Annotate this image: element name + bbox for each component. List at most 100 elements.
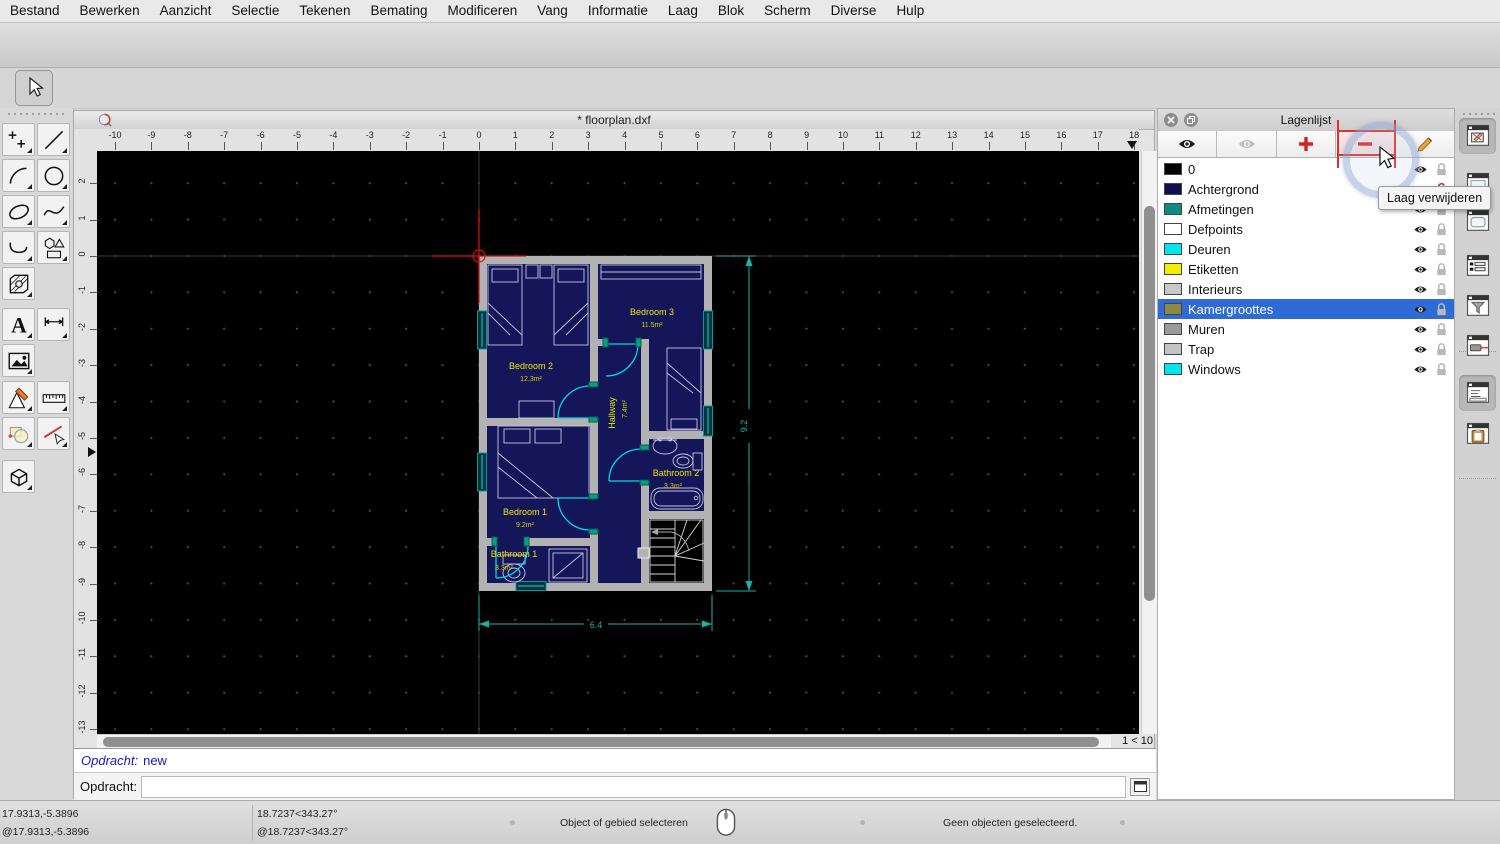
palette-tool-button[interactable]: [37, 417, 70, 450]
vertical-scrollbar[interactable]: [1141, 151, 1157, 734]
layer-visibility-eye-icon[interactable]: [1412, 341, 1429, 357]
layer-lock-icon[interactable]: [1433, 301, 1450, 317]
palette-tool-button[interactable]: A: [2, 308, 35, 341]
layer-row[interactable]: Muren: [1158, 319, 1454, 339]
layer-toolbar-button[interactable]: [1217, 131, 1277, 157]
ruler-number: 0: [476, 130, 482, 140]
menu-item[interactable]: Bemating: [360, 0, 437, 22]
menu-item[interactable]: Informatie: [578, 0, 658, 22]
ruler-cursor-marker: [1126, 141, 1137, 149]
absolute-coordinates: 17.9313,-5.3896 @17.9313,-5.3896: [2, 801, 89, 844]
menu-item[interactable]: Tekenen: [289, 0, 360, 22]
close-panel-button[interactable]: [1164, 113, 1178, 127]
layer-lock-icon[interactable]: [1433, 341, 1450, 357]
layer-visibility-eye-icon[interactable]: [1412, 281, 1429, 297]
undock-panel-button[interactable]: [1184, 113, 1198, 127]
command-input[interactable]: [141, 775, 1126, 798]
dock-toggle-button[interactable]: [1459, 118, 1496, 154]
mouse-hint-icon: [716, 808, 736, 838]
layer-lock-icon[interactable]: [1433, 361, 1450, 377]
ruler-tick: [90, 292, 97, 294]
layer-row[interactable]: Trap: [1158, 339, 1454, 359]
palette-tool-button[interactable]: [2, 460, 35, 493]
palette-tool-button[interactable]: [2, 417, 35, 450]
plan-label: Bathroom 2: [653, 468, 700, 478]
document-title-bar[interactable]: * floorplan.dxf: [74, 111, 1154, 130]
layer-lock-icon[interactable]: [1433, 161, 1450, 177]
document-window: * floorplan.dxf -10 -9 -8 -7 -6 -5 -4 -3 -2 -1 0 1 2…: [73, 110, 1157, 800]
dock-toggle-button[interactable]: [1459, 248, 1496, 284]
menu-item[interactable]: Bestand: [0, 0, 70, 22]
dock-toggle-button[interactable]: [1459, 375, 1496, 411]
plan-label: 9.2: [739, 420, 749, 433]
menu-item[interactable]: Diverse: [821, 0, 887, 22]
layer-toolbar-button[interactable]: [1276, 131, 1337, 157]
palette-tool-button[interactable]: [37, 159, 70, 192]
menu-item[interactable]: Vang: [527, 0, 578, 22]
palette-tool-button[interactable]: [2, 267, 35, 300]
ruler-number: -7: [77, 504, 87, 513]
horizontal-scrollbar-thumb[interactable]: [103, 737, 1099, 747]
ruler-tick: [770, 142, 772, 150]
layer-lock-icon[interactable]: [1433, 261, 1450, 277]
layer-lock-icon[interactable]: [1433, 321, 1450, 337]
dock-separator: [1459, 478, 1496, 479]
menu-item[interactable]: Selectie: [221, 0, 289, 22]
menu-item[interactable]: Bewerken: [70, 0, 150, 22]
ruler-number: -6: [256, 130, 265, 140]
palette-tool-button[interactable]: [2, 195, 35, 228]
ruler-number: -12: [77, 684, 87, 698]
palette-tool-button[interactable]: [37, 308, 70, 341]
menu-item[interactable]: Hulp: [886, 0, 934, 22]
menu-item[interactable]: Modificeren: [438, 0, 528, 22]
layer-row[interactable]: Interieurs: [1158, 279, 1454, 299]
command-history-value: new: [143, 753, 167, 768]
layer-row[interactable]: Deuren: [1158, 239, 1454, 259]
layer-visibility-eye-icon[interactable]: [1412, 221, 1429, 237]
layer-lock-icon[interactable]: [1433, 281, 1450, 297]
palette-tool-button[interactable]: [37, 381, 70, 414]
ruler-number: -3: [365, 130, 374, 140]
polar-coordinates: 18.7237<343.27° @18.7237<343.27°: [257, 801, 348, 844]
menu-item[interactable]: Blok: [708, 0, 754, 22]
palette-tool-button[interactable]: [2, 123, 35, 156]
layer-visibility-eye-icon[interactable]: [1412, 301, 1429, 317]
layer-row[interactable]: Windows: [1158, 359, 1454, 379]
layer-toolbar-button[interactable]: [1158, 131, 1218, 157]
layer-lock-icon[interactable]: [1433, 221, 1450, 237]
layer-visibility-eye-icon[interactable]: [1412, 321, 1429, 337]
ruler-number: 4: [622, 130, 628, 140]
ruler-tick: [551, 142, 553, 150]
ruler-number: 18: [1129, 130, 1139, 140]
menu-item[interactable]: Scherm: [754, 0, 821, 22]
horizontal-scrollbar[interactable]: [97, 734, 1111, 749]
layer-lock-icon[interactable]: [1433, 241, 1450, 257]
dock-toggle-button[interactable]: [1459, 328, 1496, 364]
layer-visibility-eye-icon[interactable]: [1412, 261, 1429, 277]
dock-toggle-button[interactable]: [1459, 416, 1496, 452]
palette-tool-button[interactable]: [2, 344, 35, 377]
selection-tool-button[interactable]: [15, 70, 53, 106]
palette-tool-button[interactable]: [2, 159, 35, 192]
menu-item[interactable]: Laag: [658, 0, 708, 22]
palette-tool-button[interactable]: [37, 195, 70, 228]
palette-tool-button[interactable]: [37, 123, 70, 156]
palette-tool-button[interactable]: [2, 381, 35, 414]
layer-row[interactable]: Defpoints: [1158, 219, 1454, 239]
layer-color-swatch: [1164, 203, 1182, 215]
menu-item[interactable]: Aanzicht: [150, 0, 222, 22]
vertical-scrollbar-thumb[interactable]: [1144, 206, 1155, 601]
layer-color-swatch: [1164, 343, 1182, 355]
layer-visibility-eye-icon[interactable]: [1412, 361, 1429, 377]
drawing-canvas[interactable]: Bedroom 3 11.5m² Bedroom 2 12.3m² Bedroom 1 9…: [97, 151, 1139, 734]
layer-visibility-eye-icon[interactable]: [1412, 241, 1429, 257]
ruler-number: -7: [220, 130, 229, 140]
palette-tool-button[interactable]: [2, 231, 35, 264]
ruler-tick: [90, 183, 97, 185]
layer-row[interactable]: Kamergroottes: [1158, 299, 1454, 319]
command-window-toggle-button[interactable]: [1130, 777, 1150, 796]
palette-tool-button[interactable]: [37, 231, 70, 264]
layer-row[interactable]: Etiketten: [1158, 259, 1454, 279]
dock-toggle-button[interactable]: [1459, 288, 1496, 324]
palette-grip[interactable]: [6, 112, 66, 116]
